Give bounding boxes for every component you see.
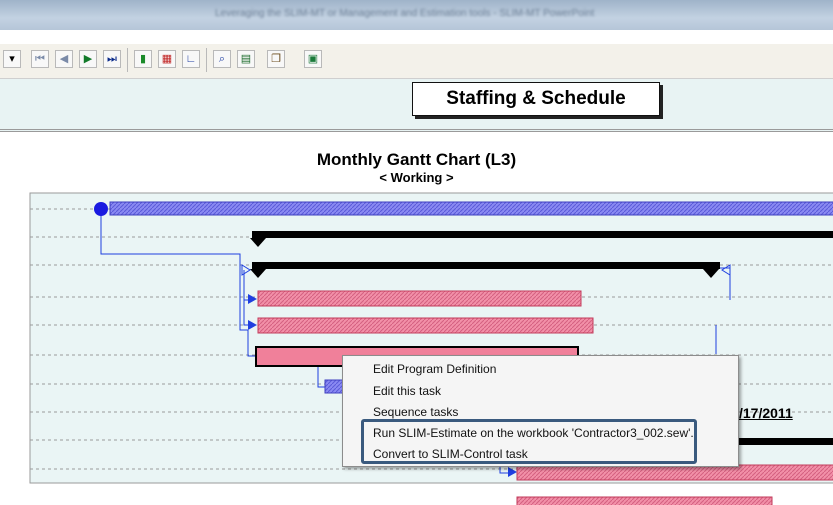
highlight-box	[361, 419, 697, 464]
menu-item-edit-program-definition[interactable]: Edit Program Definition	[373, 359, 496, 379]
subphase-summary-bar[interactable]	[252, 262, 720, 269]
phase-summary-bar[interactable]	[252, 231, 833, 238]
task-bar[interactable]	[516, 464, 833, 481]
context-menu: Edit Program Definition Edit this task S…	[342, 355, 739, 467]
task-bar[interactable]	[257, 290, 582, 307]
program-summary-bar[interactable]	[109, 201, 833, 216]
task-bar[interactable]	[516, 496, 773, 505]
date-label: /17/2011	[739, 405, 793, 421]
summary-bar[interactable]	[735, 438, 833, 445]
task-bar[interactable]	[257, 317, 594, 334]
program-start-milestone[interactable]	[94, 202, 108, 216]
menu-item-edit-this-task[interactable]: Edit this task	[373, 381, 441, 401]
